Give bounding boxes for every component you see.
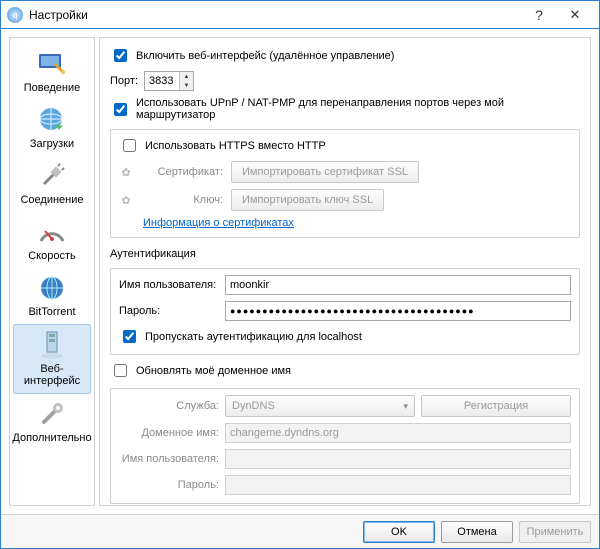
sidebar-item-label: Дополнительно <box>12 432 91 444</box>
sidebar-item-connection[interactable]: Соединение <box>13 156 91 212</box>
cancel-button[interactable]: Отмена <box>441 521 513 543</box>
auth-title: Аутентификация <box>110 248 580 260</box>
upnp-row: Использовать UPnP / NAT-PMP для перенапр… <box>110 97 580 121</box>
import-key-button[interactable]: Импортировать ключ SSL <box>231 189 384 211</box>
https-group: Использовать HTTPS вместо HTTP ✿ Сертифи… <box>110 129 580 238</box>
dyndns-enable-checkbox[interactable] <box>114 364 127 377</box>
sidebar-item-advanced[interactable]: Дополнительно <box>13 394 91 450</box>
cert-info-link[interactable]: Информация о сертификатах <box>143 217 294 229</box>
upnp-label: Использовать UPnP / NAT-PMP для перенапр… <box>136 97 580 121</box>
sidebar-item-behavior[interactable]: Поведение <box>13 44 91 100</box>
port-input[interactable] <box>145 75 179 87</box>
skip-localhost-checkbox[interactable] <box>123 330 136 343</box>
spinner-buttons[interactable]: ▲▼ <box>179 72 193 90</box>
dyndns-enable-label: Обновлять моё доменное имя <box>136 365 291 377</box>
sidebar-item-downloads[interactable]: Загрузки <box>13 100 91 156</box>
upnp-checkbox[interactable] <box>114 103 127 116</box>
dyndns-pass-input[interactable] <box>225 475 571 495</box>
domain-input[interactable] <box>225 423 571 443</box>
globe-icon <box>36 272 68 304</box>
cert-label: Сертификат: <box>143 166 223 178</box>
service-label: Служба: <box>119 400 219 412</box>
help-button[interactable]: ? <box>521 7 557 23</box>
close-button[interactable]: ✕ <box>557 7 593 23</box>
titlebar: q Настройки ? ✕ <box>1 1 599 29</box>
dyndns-user-input[interactable] <box>225 449 571 469</box>
gear-icon: ✿ <box>119 193 133 207</box>
gear-icon: ✿ <box>119 165 133 179</box>
https-checkbox[interactable] <box>123 139 136 152</box>
plug-icon <box>36 160 68 192</box>
domain-label: Доменное имя: <box>119 427 219 439</box>
footer: OK Отмена Применить <box>1 514 599 548</box>
sidebar-item-webui[interactable]: Веб-интерфейс <box>13 324 91 394</box>
key-label: Ключ: <box>143 194 223 206</box>
content-panel: Включить веб-интерфейс (удалённое управл… <box>99 37 591 506</box>
sidebar-item-speed[interactable]: Скорость <box>13 212 91 268</box>
port-label: Порт: <box>110 75 138 87</box>
sidebar: Поведение Загрузки Соединение Скорость <box>9 37 95 506</box>
username-label: Имя пользователя: <box>119 279 219 291</box>
username-input[interactable] <box>225 275 571 295</box>
password-label: Пароль: <box>119 305 219 317</box>
globe-download-icon <box>36 104 68 136</box>
dyndns-enable-row: Обновлять моё доменное имя <box>110 361 580 380</box>
gauge-icon <box>36 216 68 248</box>
enable-webui-checkbox[interactable] <box>114 49 127 62</box>
register-button[interactable]: Регистрация <box>421 395 571 417</box>
ok-button[interactable]: OK <box>363 521 435 543</box>
server-icon <box>36 329 68 361</box>
service-combo[interactable]: DynDNS <box>225 395 415 417</box>
dyndns-user-label: Имя пользователя: <box>119 453 219 465</box>
skip-localhost-label: Пропускать аутентификацию для localhost <box>145 331 362 343</box>
sidebar-item-label: Соединение <box>20 194 83 206</box>
service-value: DynDNS <box>232 400 275 412</box>
sidebar-item-label: Загрузки <box>30 138 74 150</box>
password-input[interactable] <box>225 301 571 321</box>
https-label: Использовать HTTPS вместо HTTP <box>145 140 326 152</box>
app-icon: q <box>7 7 23 23</box>
wrench-icon <box>36 398 68 430</box>
enable-webui-label: Включить веб-интерфейс (удалённое управл… <box>136 50 394 62</box>
window-body: Поведение Загрузки Соединение Скорость <box>1 29 599 514</box>
import-cert-button[interactable]: Импортировать сертификат SSL <box>231 161 419 183</box>
sidebar-item-label: Веб-интерфейс <box>14 363 90 387</box>
dyndns-group: Служба: DynDNS Регистрация Доменное имя:… <box>110 388 580 504</box>
port-row: Порт: ▲▼ <box>110 71 580 91</box>
sidebar-item-label: Скорость <box>28 250 76 262</box>
auth-group: Имя пользователя: Пароль: Пропускать аут… <box>110 268 580 355</box>
sidebar-item-bittorrent[interactable]: BitTorrent <box>13 268 91 324</box>
settings-window: q Настройки ? ✕ Поведение Загрузки <box>0 0 600 549</box>
window-title: Настройки <box>29 8 521 22</box>
dyndns-pass-label: Пароль: <box>119 479 219 491</box>
sidebar-item-label: BitTorrent <box>28 306 75 318</box>
apply-button[interactable]: Применить <box>519 521 591 543</box>
port-spinner[interactable]: ▲▼ <box>144 71 194 91</box>
monitor-icon <box>36 48 68 80</box>
enable-webui-row: Включить веб-интерфейс (удалённое управл… <box>110 46 580 65</box>
sidebar-item-label: Поведение <box>24 82 81 94</box>
